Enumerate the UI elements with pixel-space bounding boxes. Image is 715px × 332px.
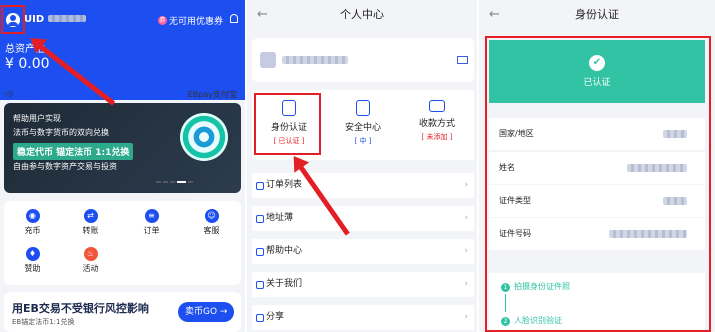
target-illustration: [180, 113, 228, 161]
activity-icon: ♨: [83, 247, 98, 261]
mail-icon[interactable]: [457, 56, 468, 64]
transfer-icon: ⇄: [83, 209, 98, 223]
list-item-help[interactable]: 帮助中心: [252, 239, 474, 264]
home-screen: UID 券无可用优惠券 总资产估 ¥ 0.00 ◁) EBpay支付宝 帮助用户…: [0, 0, 245, 332]
profile-screen: ← 个人中心 身份认证 [ 已认证 ] 安全中心 [ 中 ] 收款方式 [ 未添…: [247, 0, 477, 332]
promo-title: 用EB交易不受银行风控影响: [12, 302, 149, 315]
profile-topbar: ← 个人中心: [247, 0, 477, 30]
uid-value-blurred: [47, 15, 86, 22]
sponsor-icon: ♦: [25, 247, 40, 261]
coupon-text: 无可用优惠券: [169, 17, 224, 27]
card-icon: [429, 100, 445, 112]
list-item-orders[interactable]: 订单列表: [252, 173, 474, 198]
menu-label: 安全中心: [344, 123, 381, 133]
grid-label: 赞助: [24, 264, 41, 273]
order-icon: ≡: [144, 209, 159, 223]
sell-promo-card[interactable]: 用EB交易不受银行风控影响 EB锚定法币1:1兑换 卖币GO →: [4, 292, 241, 332]
identity-topbar: ← 身份认证: [479, 0, 715, 30]
total-asset-value: ¥ 0.00: [5, 56, 50, 72]
highlight-box-identity-page: [485, 36, 711, 332]
highlight-box-avatar: [1, 5, 25, 34]
sell-go-button[interactable]: 卖币GO →: [178, 302, 235, 322]
uid-text: UID: [24, 14, 45, 25]
grid-item-activity[interactable]: ♨ 活动: [67, 247, 114, 274]
menu-status: [ 未添加 ]: [421, 133, 453, 141]
grid-item-deposit[interactable]: ◉ 充币: [9, 209, 56, 236]
function-grid: ◉ 充币 ⇄ 转账 ≡ 订单 ☺ 客服 ♦ 赞助 ♨ 活动: [4, 201, 241, 285]
grid-label: 订单: [143, 226, 160, 235]
notice-bar[interactable]: ◁) EBpay支付宝: [4, 89, 241, 99]
menu-status: [ 中 ]: [354, 137, 372, 145]
highlight-box-identity: [254, 93, 321, 155]
promo-subtitle: EB锚定法币1:1兑换: [12, 318, 75, 326]
deposit-icon: ◉: [25, 209, 40, 223]
grid-item-order[interactable]: ≡ 订单: [128, 209, 175, 236]
shield-icon: [356, 100, 370, 116]
bell-icon[interactable]: [230, 14, 238, 23]
speaker-icon: ◁): [4, 89, 14, 98]
identity-screen: ← 身份认证 ✔ 已认证 国家/地区 姓名 证件类型 证件号码 1 拍摄身份证件照…: [479, 0, 715, 332]
user-avatar: [260, 52, 276, 68]
grid-label: 转账: [82, 226, 99, 235]
user-card[interactable]: [252, 38, 474, 82]
menu-item-payment[interactable]: 收款方式 [ 未添加 ]: [400, 90, 474, 160]
page-title: 个人中心: [340, 8, 384, 21]
banner-highlight: 稳定代币 锚定法币 1:1兑换: [13, 143, 134, 160]
grid-item-sponsor[interactable]: ♦ 赞助: [9, 247, 56, 274]
grid-item-service[interactable]: ☺ 客服: [188, 209, 235, 236]
list-item-about[interactable]: 关于我们: [252, 272, 474, 297]
service-icon: ☺: [204, 209, 219, 223]
grid-label: 活动: [82, 264, 99, 273]
menu-item-security[interactable]: 安全中心 [ 中 ]: [326, 90, 400, 160]
username-blurred: [282, 56, 348, 64]
grid-label: 客服: [203, 226, 220, 235]
list-item-share[interactable]: 分享: [252, 305, 474, 330]
banner-line2: 法币与数字货币的双向兑换: [13, 128, 109, 137]
grid-label: 充币: [24, 226, 41, 235]
back-arrow-icon[interactable]: ←: [257, 0, 268, 30]
list-item-address[interactable]: 地址薄: [252, 206, 474, 231]
page-title: 身份认证: [575, 8, 619, 21]
coupon-icon: 券: [158, 16, 167, 25]
grid-item-transfer[interactable]: ⇄ 转账: [67, 209, 114, 236]
ebpay-label: EBpay支付宝: [187, 90, 237, 99]
carousel-dots: [156, 181, 193, 183]
banner-line1: 帮助用户实现: [13, 114, 61, 123]
back-arrow-icon[interactable]: ←: [489, 0, 500, 30]
uid-label: UID: [24, 14, 86, 25]
banner-line4: 自由参与数字资产交易与投资: [13, 162, 117, 171]
promo-banner[interactable]: 帮助用户实现 法币与数字货币的双向兑换 稳定代币 锚定法币 1:1兑换 自由参与…: [4, 103, 241, 193]
coupon-badge[interactable]: 券无可用优惠券: [158, 14, 223, 27]
menu-label: 收款方式: [418, 119, 455, 129]
